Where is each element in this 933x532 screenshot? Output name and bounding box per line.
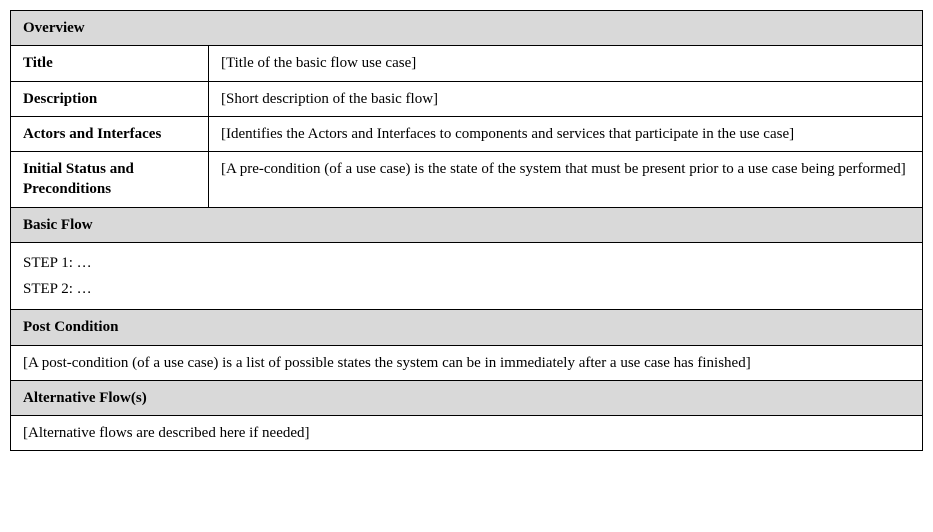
basic-flow-steps-cell: STEP 1: … STEP 2: … <box>11 242 923 310</box>
basic-flow-header: Basic Flow <box>11 207 923 242</box>
overview-header: Overview <box>11 11 923 46</box>
actors-row: Actors and Interfaces [Identifies the Ac… <box>11 116 923 151</box>
basic-flow-header-row: Basic Flow <box>11 207 923 242</box>
title-value: [Title of the basic flow use case] <box>209 46 923 81</box>
use-case-table: Overview Title [Title of the basic flow … <box>10 10 923 451</box>
actors-value: [Identifies the Actors and Interfaces to… <box>209 116 923 151</box>
step-1: STEP 1: … <box>23 250 910 276</box>
title-row: Title [Title of the basic flow use case] <box>11 46 923 81</box>
post-condition-header: Post Condition <box>11 310 923 345</box>
initial-value: [A pre-condition (of a use case) is the … <box>209 152 923 208</box>
alternative-flows-value: [Alternative flows are described here if… <box>11 416 923 451</box>
initial-label: Initial Status and Preconditions <box>11 152 209 208</box>
alternative-flows-header: Alternative Flow(s) <box>11 380 923 415</box>
description-row: Description [Short description of the ba… <box>11 81 923 116</box>
overview-header-row: Overview <box>11 11 923 46</box>
title-label: Title <box>11 46 209 81</box>
step-2: STEP 2: … <box>23 276 910 302</box>
basic-flow-steps-row: STEP 1: … STEP 2: … <box>11 242 923 310</box>
description-value: [Short description of the basic flow] <box>209 81 923 116</box>
alternative-flows-row: [Alternative flows are described here if… <box>11 416 923 451</box>
post-condition-header-row: Post Condition <box>11 310 923 345</box>
post-condition-row: [A post-condition (of a use case) is a l… <box>11 345 923 380</box>
initial-row: Initial Status and Preconditions [A pre-… <box>11 152 923 208</box>
post-condition-value: [A post-condition (of a use case) is a l… <box>11 345 923 380</box>
actors-label: Actors and Interfaces <box>11 116 209 151</box>
description-label: Description <box>11 81 209 116</box>
alternative-flows-header-row: Alternative Flow(s) <box>11 380 923 415</box>
